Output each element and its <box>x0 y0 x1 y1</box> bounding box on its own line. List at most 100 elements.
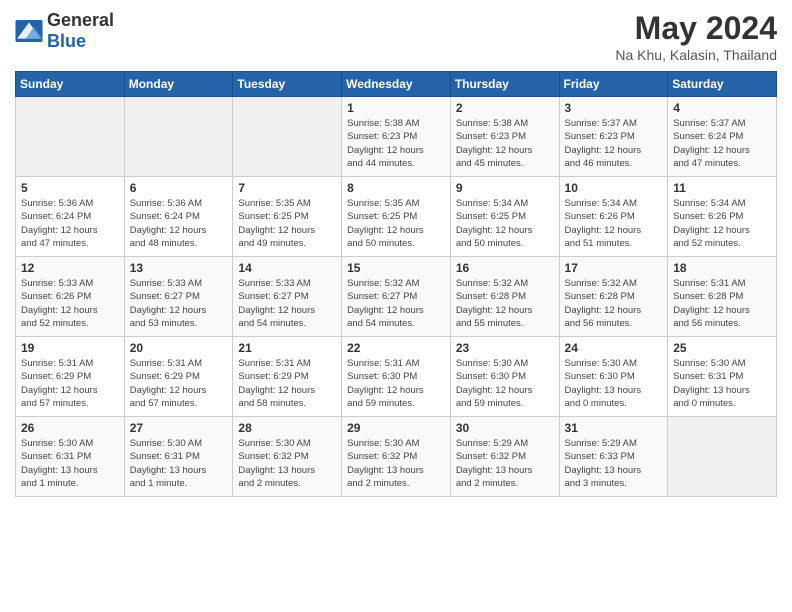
day-number: 14 <box>238 261 336 275</box>
day-number: 20 <box>130 341 228 355</box>
day-number: 23 <box>456 341 554 355</box>
calendar-cell: 6Sunrise: 5:36 AM Sunset: 6:24 PM Daylig… <box>124 177 233 257</box>
day-info: Sunrise: 5:29 AM Sunset: 6:32 PM Dayligh… <box>456 437 554 490</box>
day-info: Sunrise: 5:30 AM Sunset: 6:30 PM Dayligh… <box>456 357 554 410</box>
day-number: 29 <box>347 421 445 435</box>
calendar-cell: 20 Sunrise: 5:31 AM Sunset: 6:29 PM Dayli… <box>124 337 233 417</box>
day-number: 27 <box>130 421 228 435</box>
day-number: 25 <box>673 341 771 355</box>
main-title: May 2024 <box>615 10 777 47</box>
title-section: May 2024 Na Khu, Kalasin, Thailand <box>615 10 777 63</box>
day-info: Sunrise: 5:37 AM Sunset: 6:24 PM Dayligh… <box>673 117 771 170</box>
header-saturday: Saturday <box>668 72 777 97</box>
calendar-cell: 2 Sunrise: 5:38 AM Sunset: 6:23 PM Daylig… <box>450 97 559 177</box>
day-info: Sunrise: 5:37 AM Sunset: 6:23 PM Dayligh… <box>565 117 663 170</box>
calendar-cell <box>668 417 777 497</box>
calendar-cell: 31Sunrise: 5:29 AM Sunset: 6:33 PM Dayli… <box>559 417 668 497</box>
day-number: 13 <box>130 261 228 275</box>
day-number: 22 <box>347 341 445 355</box>
day-info: Sunrise: 5:35 AM Sunset: 6:25 PM Dayligh… <box>347 197 445 250</box>
day-number: 16 <box>456 261 554 275</box>
calendar-cell: 21 Sunrise: 5:31 AM Sunset: 6:29 PM Dayli… <box>233 337 342 417</box>
calendar-cell: 18 Sunrise: 5:31 AM Sunset: 6:28 PM Dayli… <box>668 257 777 337</box>
calendar-cell: 27 Sunrise: 5:30 AM Sunset: 6:31 PM Dayli… <box>124 417 233 497</box>
subtitle: Na Khu, Kalasin, Thailand <box>615 47 777 63</box>
calendar-cell: 3 Sunrise: 5:37 AM Sunset: 6:23 PM Daylig… <box>559 97 668 177</box>
calendar-table: SundayMondayTuesdayWednesdayThursdayFrid… <box>15 71 777 497</box>
day-number: 5 <box>21 181 119 195</box>
day-info: Sunrise: 5:36 AM Sunset: 6:24 PM Dayligh… <box>21 197 119 250</box>
calendar-cell: 25 Sunrise: 5:30 AM Sunset: 6:31 PM Dayli… <box>668 337 777 417</box>
calendar-cell: 15Sunrise: 5:32 AM Sunset: 6:27 PM Dayli… <box>342 257 451 337</box>
logo-text: General Blue <box>47 10 114 52</box>
calendar-cell: 14 Sunrise: 5:33 AM Sunset: 6:27 PM Dayli… <box>233 257 342 337</box>
header-row: SundayMondayTuesdayWednesdayThursdayFrid… <box>16 72 777 97</box>
day-info: Sunrise: 5:32 AM Sunset: 6:28 PM Dayligh… <box>565 277 663 330</box>
calendar-cell: 8 Sunrise: 5:35 AM Sunset: 6:25 PM Daylig… <box>342 177 451 257</box>
day-info: Sunrise: 5:33 AM Sunset: 6:27 PM Dayligh… <box>238 277 336 330</box>
day-number: 8 <box>347 181 445 195</box>
calendar-cell: 4 Sunrise: 5:37 AM Sunset: 6:24 PM Daylig… <box>668 97 777 177</box>
day-number: 18 <box>673 261 771 275</box>
calendar-header: SundayMondayTuesdayWednesdayThursdayFrid… <box>16 72 777 97</box>
logo-icon <box>15 20 43 42</box>
day-info: Sunrise: 5:30 AM Sunset: 6:32 PM Dayligh… <box>347 437 445 490</box>
week-row-1: 1Sunrise: 5:38 AM Sunset: 6:23 PM Daylig… <box>16 97 777 177</box>
day-number: 31 <box>565 421 663 435</box>
day-number: 10 <box>565 181 663 195</box>
day-info: Sunrise: 5:38 AM Sunset: 6:23 PM Dayligh… <box>456 117 554 170</box>
day-info: Sunrise: 5:36 AM Sunset: 6:24 PM Dayligh… <box>130 197 228 250</box>
week-row-3: 12 Sunrise: 5:33 AM Sunset: 6:26 PM Dayli… <box>16 257 777 337</box>
logo-general: General <box>47 10 114 30</box>
calendar-cell: 11 Sunrise: 5:34 AM Sunset: 6:26 PM Dayli… <box>668 177 777 257</box>
day-info: Sunrise: 5:34 AM Sunset: 6:26 PM Dayligh… <box>673 197 771 250</box>
day-number: 17 <box>565 261 663 275</box>
day-info: Sunrise: 5:31 AM Sunset: 6:30 PM Dayligh… <box>347 357 445 410</box>
day-info: Sunrise: 5:30 AM Sunset: 6:32 PM Dayligh… <box>238 437 336 490</box>
day-info: Sunrise: 5:34 AM Sunset: 6:26 PM Dayligh… <box>565 197 663 250</box>
day-number: 2 <box>456 101 554 115</box>
day-info: Sunrise: 5:34 AM Sunset: 6:25 PM Dayligh… <box>456 197 554 250</box>
day-info: Sunrise: 5:30 AM Sunset: 6:31 PM Dayligh… <box>130 437 228 490</box>
logo: General Blue <box>15 10 114 52</box>
header-friday: Friday <box>559 72 668 97</box>
week-row-4: 19 Sunrise: 5:31 AM Sunset: 6:29 PM Dayli… <box>16 337 777 417</box>
day-number: 12 <box>21 261 119 275</box>
calendar-cell <box>124 97 233 177</box>
day-info: Sunrise: 5:31 AM Sunset: 6:29 PM Dayligh… <box>130 357 228 410</box>
day-number: 28 <box>238 421 336 435</box>
calendar-cell: 28 Sunrise: 5:30 AM Sunset: 6:32 PM Dayli… <box>233 417 342 497</box>
day-number: 9 <box>456 181 554 195</box>
day-info: Sunrise: 5:31 AM Sunset: 6:29 PM Dayligh… <box>238 357 336 410</box>
calendar-body: 1Sunrise: 5:38 AM Sunset: 6:23 PM Daylig… <box>16 97 777 497</box>
day-number: 11 <box>673 181 771 195</box>
calendar-cell: 29 Sunrise: 5:30 AM Sunset: 6:32 PM Dayli… <box>342 417 451 497</box>
day-info: Sunrise: 5:31 AM Sunset: 6:28 PM Dayligh… <box>673 277 771 330</box>
calendar-cell: 10 Sunrise: 5:34 AM Sunset: 6:26 PM Dayli… <box>559 177 668 257</box>
week-row-2: 5 Sunrise: 5:36 AM Sunset: 6:24 PM Daylig… <box>16 177 777 257</box>
calendar-cell: 1Sunrise: 5:38 AM Sunset: 6:23 PM Daylig… <box>342 97 451 177</box>
logo-blue: Blue <box>47 31 86 51</box>
day-info: Sunrise: 5:33 AM Sunset: 6:27 PM Dayligh… <box>130 277 228 330</box>
day-number: 3 <box>565 101 663 115</box>
page-header: General Blue May 2024 Na Khu, Kalasin, T… <box>15 10 777 63</box>
calendar-cell: 17 Sunrise: 5:32 AM Sunset: 6:28 PM Dayli… <box>559 257 668 337</box>
calendar-cell: 19Sunrise: 5:31 AM Sunset: 6:29 PM Dayli… <box>16 337 125 417</box>
day-info: Sunrise: 5:38 AM Sunset: 6:23 PM Dayligh… <box>347 117 445 170</box>
day-info: Sunrise: 5:30 AM Sunset: 6:31 PM Dayligh… <box>673 357 771 410</box>
day-number: 4 <box>673 101 771 115</box>
day-info: Sunrise: 5:33 AM Sunset: 6:26 PM Dayligh… <box>21 277 119 330</box>
calendar-cell: 26Sunrise: 5:30 AM Sunset: 6:31 PM Dayli… <box>16 417 125 497</box>
calendar-cell: 23 Sunrise: 5:30 AM Sunset: 6:30 PM Dayli… <box>450 337 559 417</box>
day-number: 21 <box>238 341 336 355</box>
day-info: Sunrise: 5:30 AM Sunset: 6:31 PM Dayligh… <box>21 437 119 490</box>
calendar-cell: 12 Sunrise: 5:33 AM Sunset: 6:26 PM Dayli… <box>16 257 125 337</box>
calendar-cell: 7Sunrise: 5:35 AM Sunset: 6:25 PM Daylig… <box>233 177 342 257</box>
calendar-cell: 16Sunrise: 5:32 AM Sunset: 6:28 PM Dayli… <box>450 257 559 337</box>
calendar-cell: 5 Sunrise: 5:36 AM Sunset: 6:24 PM Daylig… <box>16 177 125 257</box>
day-number: 30 <box>456 421 554 435</box>
day-number: 24 <box>565 341 663 355</box>
day-number: 19 <box>21 341 119 355</box>
header-sunday: Sunday <box>16 72 125 97</box>
header-thursday: Thursday <box>450 72 559 97</box>
